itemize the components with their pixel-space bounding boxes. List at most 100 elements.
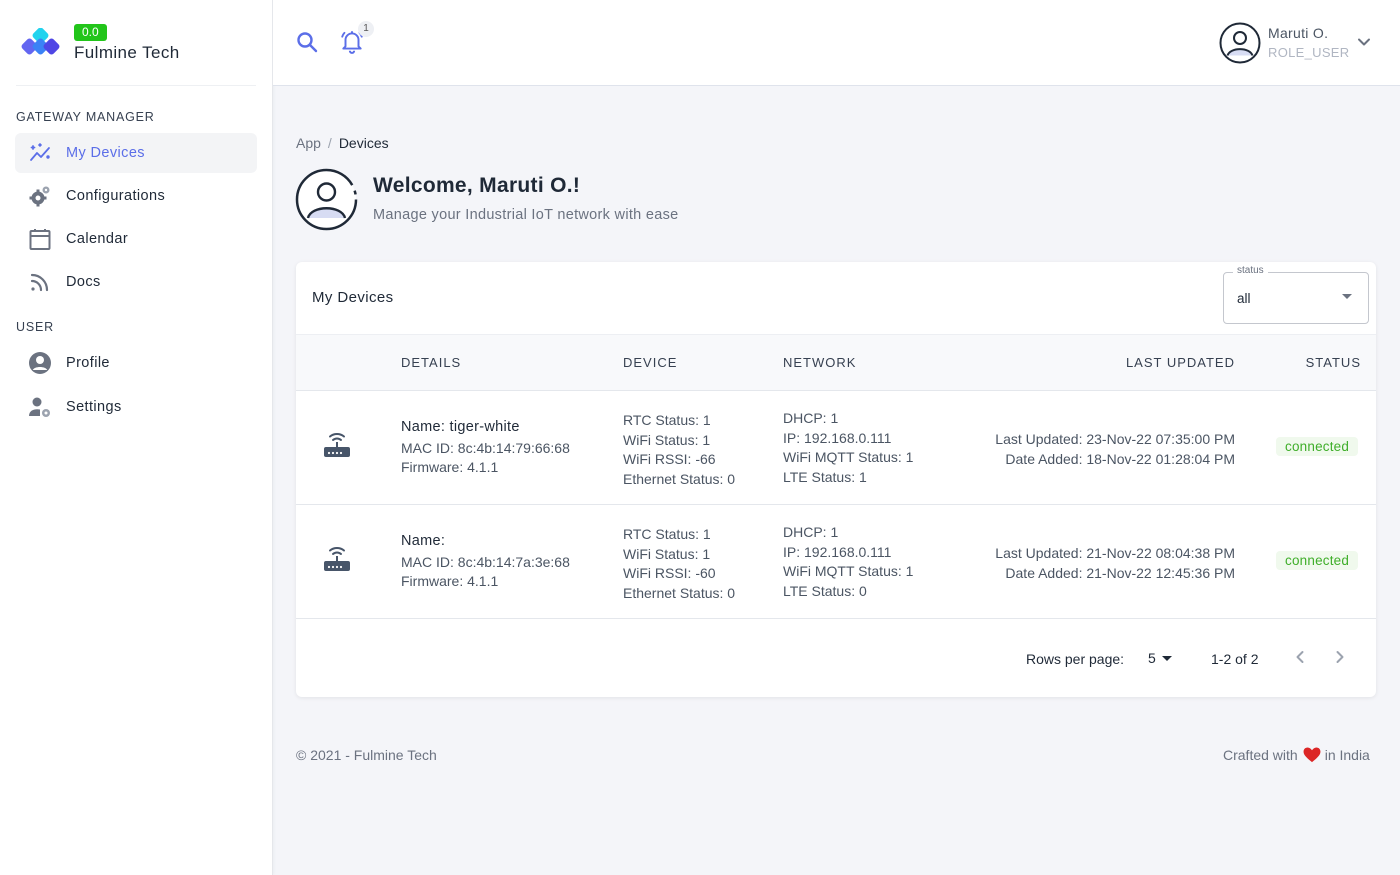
sidebar-item-label: My Devices — [66, 145, 145, 161]
rtc-status: RTC Status: 1 — [623, 412, 711, 428]
last-updated: Last Updated: 21-Nov-22 08:04:38 PM — [995, 545, 1235, 561]
brand[interactable]: 0.0 Fulmine Tech — [18, 22, 258, 72]
search-icon[interactable] — [295, 30, 319, 54]
chevron-down-icon[interactable] — [1355, 33, 1373, 51]
devices-icon — [30, 143, 50, 161]
router-icon — [324, 432, 350, 457]
sidebar-item-calendar[interactable]: Calendar — [15, 219, 257, 259]
card-title: My Devices — [312, 289, 394, 306]
breadcrumb-separator: / — [327, 135, 332, 151]
sidebar-item-settings[interactable]: Settings — [15, 387, 257, 427]
nav-section-user: USER — [16, 320, 54, 334]
dhcp-status: DHCP: 1 — [783, 410, 839, 426]
last-updated-cell: Last Updated: 23-Nov-22 07:35:00 PM Date… — [995, 430, 1235, 469]
last-updated: Last Updated: 23-Nov-22 07:35:00 PM — [995, 431, 1235, 447]
footer-crafted-suffix: in India — [1324, 747, 1370, 763]
status-filter-value: all — [1237, 291, 1251, 306]
version-badge: 0.0 — [74, 24, 107, 41]
topbar: 1 Maruti O. ROLE_USER — [273, 0, 1400, 86]
caret-down-icon[interactable] — [1162, 656, 1172, 661]
sidebar-item-label: Profile — [66, 355, 110, 371]
sidebar-item-label: Configurations — [66, 188, 166, 204]
user-name: Maruti O. — [1268, 25, 1329, 41]
footer-copyright: © 2021 - Fulmine Tech — [296, 747, 437, 763]
pagination: Rows per page: 5 1-2 of 2 — [296, 619, 1376, 697]
breadcrumb: App / Devices — [296, 135, 389, 151]
footer-crafted-prefix: Crafted with — [1223, 747, 1298, 763]
column-header-details[interactable]: DETAILS — [401, 355, 461, 370]
column-header-network[interactable]: NETWORK — [783, 355, 856, 370]
device-name: Name: — [401, 533, 446, 549]
table-header: DETAILS DEVICE NETWORK LAST UPDATED STAT… — [296, 334, 1376, 391]
router-icon — [324, 546, 350, 571]
breadcrumb-app-link[interactable]: App — [296, 135, 321, 151]
last-updated-cell: Last Updated: 21-Nov-22 08:04:38 PM Date… — [995, 544, 1235, 583]
column-header-status[interactable]: STATUS — [1306, 355, 1361, 370]
device-firmware: Firmware: 4.1.1 — [401, 573, 499, 589]
heart-icon — [1303, 747, 1321, 763]
table-row[interactable]: Name: tiger-white MAC ID: 8c:4b:14:79:66… — [296, 391, 1376, 505]
ip-address: IP: 192.168.0.111 — [783, 429, 892, 446]
chevron-left-icon[interactable] — [1290, 647, 1310, 667]
wifi-status: WiFi Status: 1 — [623, 431, 711, 448]
status-filter-select[interactable]: status all — [1223, 265, 1369, 324]
device-status-cell: RTC Status: 1 WiFi Status: 1 WiFi RSSI: … — [623, 525, 735, 603]
welcome-title: Welcome, Maruti O.! — [373, 174, 581, 197]
table-row[interactable]: Name: MAC ID: 8c:4b:14:7a:3e:68 Firmware… — [296, 505, 1376, 619]
device-mac: MAC ID: 8c:4b:14:7a:3e:68 — [401, 553, 570, 570]
lte-status: LTE Status: 1 — [783, 468, 867, 485]
device-details-cell: Name: tiger-white MAC ID: 8c:4b:14:79:66… — [401, 418, 570, 478]
wifi-status: WiFi Status: 1 — [623, 545, 711, 562]
network-cell: DHCP: 1 IP: 192.168.0.111 WiFi MQTT Stat… — [783, 409, 913, 487]
rows-per-page-select[interactable]: 5 — [1148, 650, 1156, 666]
lte-status: LTE Status: 0 — [783, 582, 867, 599]
gear-icon — [29, 186, 50, 207]
notification-count-badge: 1 — [358, 21, 374, 37]
device-mac: MAC ID: 8c:4b:14:79:66:68 — [401, 439, 570, 456]
brand-name: Fulmine Tech — [74, 43, 180, 62]
chevron-right-icon[interactable] — [1330, 647, 1350, 667]
breadcrumb-current: Devices — [338, 135, 389, 151]
wifi-rssi: WiFi RSSI: -60 — [623, 565, 716, 581]
user-role: ROLE_USER — [1268, 45, 1350, 60]
sidebar-item-label: Calendar — [66, 231, 129, 247]
rss-icon — [30, 273, 49, 292]
ethernet-status: Ethernet Status: 0 — [623, 470, 736, 487]
device-firmware: Firmware: 4.1.1 — [401, 459, 499, 475]
rtc-status: RTC Status: 1 — [623, 526, 711, 542]
user-circle-icon — [29, 352, 51, 374]
caret-down-icon — [1342, 294, 1352, 299]
status-badge: connected — [1276, 437, 1359, 456]
sidebar-item-configurations[interactable]: Configurations — [15, 176, 257, 216]
nav-section-gateway-manager: GATEWAY MANAGER — [16, 110, 155, 124]
wifi-mqtt-status: WiFi MQTT Status: 1 — [783, 563, 914, 579]
brand-divider — [16, 85, 256, 86]
footer-crafted: Crafted with in India — [1223, 747, 1370, 763]
sidebar-item-docs[interactable]: Docs — [15, 262, 257, 302]
sidebar-item-label: Settings — [66, 399, 122, 415]
calendar-icon — [29, 229, 51, 250]
ip-address: IP: 192.168.0.111 — [783, 543, 892, 560]
avatar[interactable] — [1219, 22, 1261, 64]
welcome-subtitle: Manage your Industrial IoT network with … — [373, 207, 679, 223]
date-added: Date Added: 21-Nov-22 12:45:36 PM — [1005, 564, 1235, 581]
sidebar-item-profile[interactable]: Profile — [15, 343, 257, 383]
wifi-rssi: WiFi RSSI: -66 — [623, 451, 716, 467]
network-cell: DHCP: 1 IP: 192.168.0.111 WiFi MQTT Stat… — [783, 523, 913, 601]
wifi-mqtt-status: WiFi MQTT Status: 1 — [783, 449, 914, 465]
welcome-avatar-icon — [295, 168, 358, 231]
status-badge: connected — [1276, 551, 1359, 570]
sidebar-item-label: Docs — [66, 274, 101, 290]
device-status-cell: RTC Status: 1 WiFi Status: 1 WiFi RSSI: … — [623, 411, 735, 489]
date-added: Date Added: 18-Nov-22 01:28:04 PM — [1005, 450, 1235, 467]
column-header-device[interactable]: DEVICE — [623, 355, 677, 370]
dhcp-status: DHCP: 1 — [783, 524, 839, 540]
device-name: Name: tiger-white — [401, 419, 520, 435]
pagination-range: 1-2 of 2 — [1211, 651, 1259, 667]
column-header-last-updated[interactable]: LAST UPDATED — [1126, 355, 1235, 370]
brand-logo-icon — [21, 28, 60, 55]
ethernet-status: Ethernet Status: 0 — [623, 584, 736, 601]
rows-per-page-label: Rows per page: — [1026, 651, 1125, 667]
user-settings-icon — [29, 397, 50, 417]
sidebar-item-my-devices[interactable]: My Devices — [15, 133, 257, 173]
